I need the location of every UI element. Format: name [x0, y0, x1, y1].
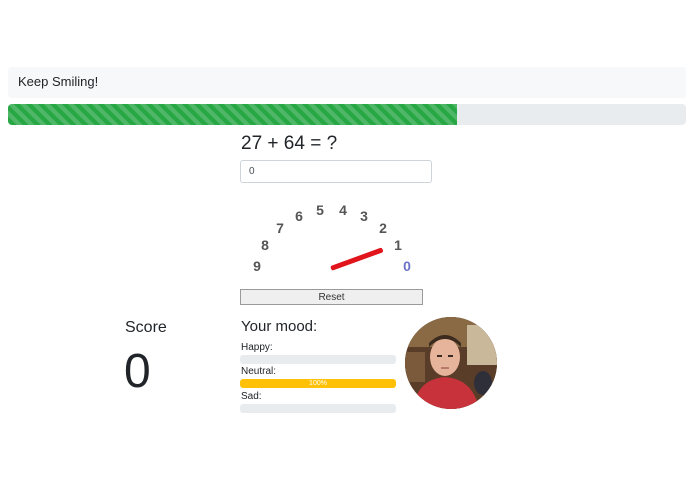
dial-digit[interactable]: 5: [312, 202, 328, 218]
status-banner: Keep Smiling!: [8, 67, 686, 98]
mood-bar-neutral: 100%: [240, 379, 396, 388]
mood-bar-happy-value: 0%: [242, 356, 253, 363]
score-label: Score: [125, 319, 167, 336]
session-progress-fill: [8, 104, 457, 125]
mood-label-sad: Sad:: [241, 391, 262, 402]
mood-label-happy: Happy:: [241, 342, 273, 353]
webcam-face-icon: [405, 317, 497, 409]
dial-digit[interactable]: 9: [249, 258, 265, 274]
dial-digit[interactable]: 2: [375, 220, 391, 236]
dial-digit[interactable]: 7: [272, 220, 288, 236]
mood-title: Your mood:: [241, 318, 318, 335]
dial-digit[interactable]: 4: [335, 202, 351, 218]
mood-label-neutral: Neutral:: [241, 366, 277, 377]
webcam-avatar: [405, 317, 497, 409]
score-value: 0: [124, 345, 151, 398]
mood-bar-sad: 0%: [240, 404, 396, 413]
mood-bar-sad-value: 0%: [242, 405, 253, 412]
digit-dial[interactable]: 9 8 7 6 5 4 3 2 1 0: [240, 195, 424, 290]
status-message: Keep Smiling!: [18, 74, 99, 89]
session-progress-bar: [8, 104, 686, 125]
math-question: 27 + 64 = ?: [241, 133, 338, 154]
mood-bar-neutral-value: 100%: [309, 380, 327, 387]
dial-digit[interactable]: 3: [356, 208, 372, 224]
dial-digit[interactable]: 8: [257, 237, 273, 253]
dial-digit[interactable]: 1: [390, 237, 406, 253]
dial-digit-selected[interactable]: 0: [399, 258, 415, 274]
answer-input[interactable]: [240, 160, 432, 183]
reset-button[interactable]: Reset: [240, 289, 423, 305]
dial-digit[interactable]: 6: [291, 208, 307, 224]
mood-bar-happy: 0%: [240, 355, 396, 364]
